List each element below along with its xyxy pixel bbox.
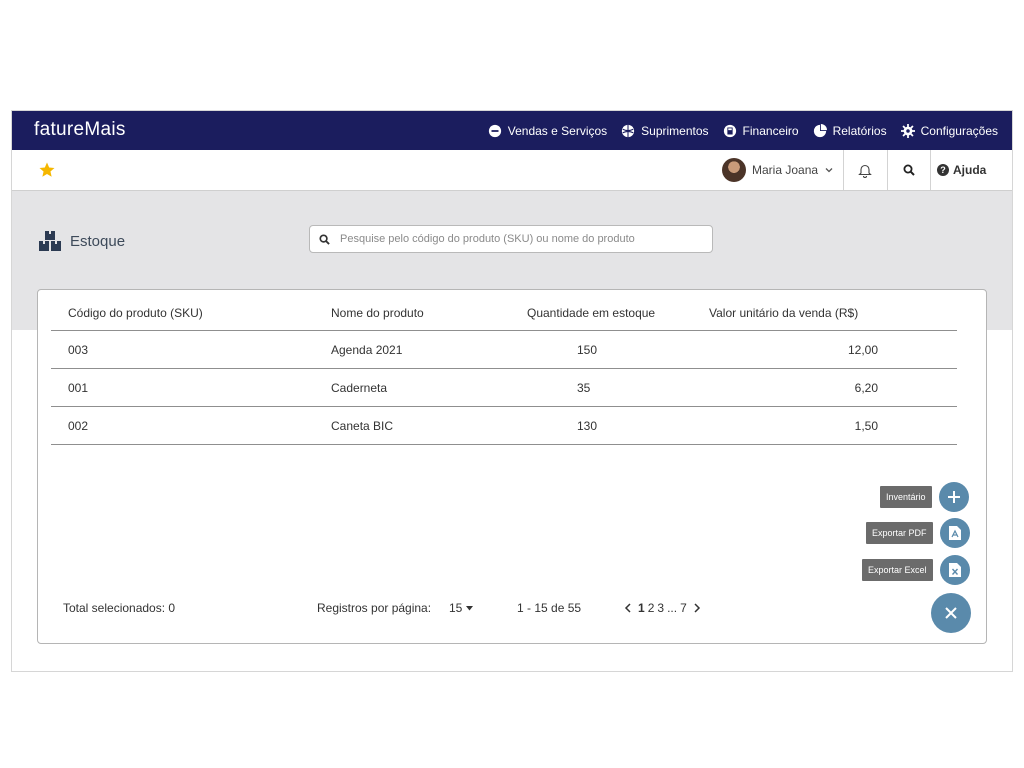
cell-sku: 001	[51, 368, 331, 407]
svg-text:?: ?	[940, 165, 946, 175]
per-page-value: 15	[449, 601, 463, 615]
sub-toolbar: Maria Joana ? Ajuda	[12, 150, 1012, 191]
cell-quantity: 150	[521, 330, 677, 369]
nav-relatorios[interactable]: Relatórios	[813, 123, 887, 138]
basketball-icon	[622, 124, 635, 137]
search-icon	[903, 164, 915, 176]
page-link[interactable]: 1	[638, 601, 645, 615]
calculator-icon	[723, 124, 736, 137]
page-title-text: Estoque	[70, 232, 126, 250]
nav-financeiro[interactable]: Financeiro	[723, 124, 799, 138]
nav-configuracoes[interactable]: Configurações	[900, 123, 998, 138]
close-icon	[945, 607, 957, 619]
plus-icon	[947, 491, 960, 503]
page-title: Estoque	[39, 231, 125, 251]
favorite-star-icon[interactable]	[38, 161, 56, 179]
chevron-down-icon	[825, 168, 833, 173]
nav-suprimentos[interactable]: Suprimentos	[621, 123, 709, 138]
page-ellipsis: ...	[667, 601, 678, 615]
per-page-select[interactable]: 15	[449, 601, 474, 615]
file-pdf-icon	[948, 526, 961, 540]
cell-sku: 003	[51, 330, 331, 369]
pie-chart-icon	[813, 123, 827, 137]
page-numbers: 1 2 3 ... 7	[638, 601, 687, 615]
user-menu[interactable]: Maria Joana	[722, 150, 834, 190]
cell-unit-price: 12,00	[677, 330, 957, 369]
nav-vendas-servicos[interactable]: Vendas e Serviços	[488, 124, 607, 138]
fab-export-pdf[interactable]: Exportar PDF	[866, 518, 970, 548]
cell-unit-price: 6,20	[677, 368, 957, 407]
cell-sku: 002	[51, 406, 331, 445]
caret-down-icon	[466, 605, 474, 610]
fab-export-excel[interactable]: Exportar Excel	[862, 555, 970, 585]
records-range: 1 - 15 de 55	[517, 601, 582, 615]
help-link[interactable]: ? Ajuda	[937, 150, 986, 190]
nav-label: Suprimentos	[641, 123, 709, 138]
table-row[interactable]: 003 Agenda 2021 150 12,00	[51, 330, 957, 369]
close-fab-button[interactable]	[931, 593, 971, 633]
cell-name: Agenda 2021	[331, 330, 521, 369]
app-window: fatureMais Vendas e Serviços Suprimentos…	[11, 110, 1013, 672]
add-button[interactable]	[938, 482, 969, 512]
nav-label: Vendas e Serviços	[507, 123, 608, 138]
chevron-left-icon[interactable]	[624, 603, 632, 613]
cell-name: Caderneta	[331, 368, 521, 407]
table-row[interactable]: 002 Caneta BIC 130 1,50	[51, 406, 957, 445]
column-header-sku[interactable]: Código do produto (SKU)	[51, 296, 331, 331]
product-search[interactable]	[309, 225, 713, 253]
search-icon	[319, 233, 330, 245]
cell-quantity: 35	[521, 368, 677, 407]
column-header-name[interactable]: Nome do produto	[331, 296, 521, 331]
avatar	[722, 158, 746, 182]
fab-export-excel-label: Exportar Excel	[862, 559, 933, 581]
app-logo[interactable]: fatureMais	[34, 119, 126, 141]
cell-name: Caneta BIC	[331, 406, 521, 445]
user-name: Maria Joana	[752, 163, 819, 177]
column-header-unit-price[interactable]: Valor unitário da venda (R$)	[677, 296, 957, 331]
column-header-quantity[interactable]: Quantidade em estoque	[521, 296, 677, 331]
file-excel-icon	[948, 563, 961, 577]
table-header-row: Código do produto (SKU) Nome do produto …	[51, 296, 957, 331]
page-link[interactable]: 7	[680, 601, 687, 615]
export-excel-button[interactable]	[939, 555, 970, 585]
boxes-icon	[39, 231, 61, 251]
page-link[interactable]: 3	[657, 601, 664, 615]
search-input[interactable]	[338, 232, 702, 246]
fab-inventario[interactable]: Inventário	[880, 482, 969, 512]
question-circle-icon: ?	[937, 164, 949, 176]
stock-card: Código do produto (SKU) Nome do produto …	[37, 289, 987, 644]
page-link[interactable]: 2	[648, 601, 655, 615]
total-selected: Total selecionados: 0	[63, 601, 176, 615]
fab-export-pdf-label: Exportar PDF	[866, 522, 933, 544]
main-nav: Vendas e Serviços Suprimentos Financeiro…	[488, 111, 998, 150]
pagination: 1 2 3 ... 7	[624, 601, 701, 615]
search-button[interactable]	[888, 150, 930, 190]
nav-label: Financeiro	[742, 123, 799, 138]
fab-inventario-label: Inventário	[880, 486, 932, 508]
help-label: Ajuda	[953, 163, 987, 177]
bell-icon	[858, 164, 872, 178]
chevron-right-icon[interactable]	[693, 603, 701, 613]
cell-unit-price: 1,50	[677, 406, 957, 445]
minus-circle-icon	[488, 124, 501, 137]
notifications-button[interactable]	[844, 150, 886, 190]
top-navbar: fatureMais Vendas e Serviços Suprimentos…	[12, 111, 1012, 150]
stock-table: Código do produto (SKU) Nome do produto …	[51, 296, 957, 445]
gear-icon	[900, 123, 915, 138]
nav-label: Configurações	[920, 123, 998, 138]
nav-label: Relatórios	[832, 123, 887, 138]
divider	[930, 150, 931, 190]
per-page-label: Registros por página:	[317, 601, 432, 615]
cell-quantity: 130	[521, 406, 677, 445]
table-row[interactable]: 001 Caderneta 35 6,20	[51, 368, 957, 407]
export-pdf-button[interactable]	[939, 518, 970, 548]
